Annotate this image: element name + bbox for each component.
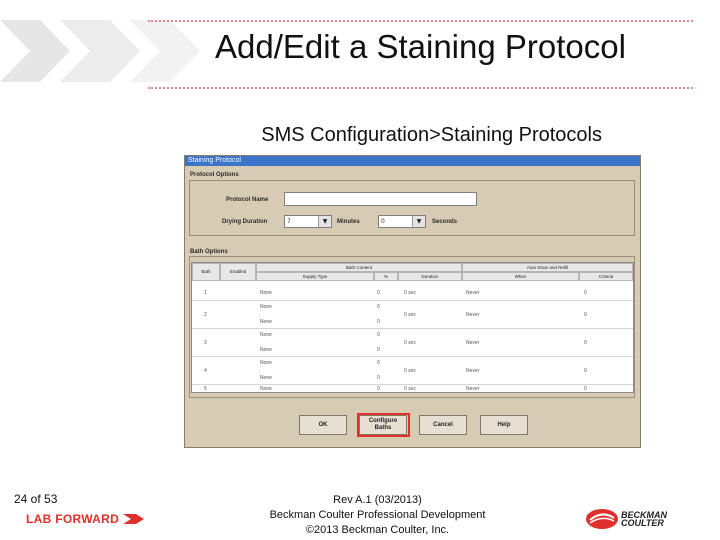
- header-criteria: Criteria: [579, 272, 633, 281]
- bath-number: 3: [204, 340, 207, 346]
- percent-cell[interactable]: 0: [377, 360, 380, 366]
- duration-cell[interactable]: 0 sec: [404, 386, 416, 392]
- ok-button[interactable]: OK: [299, 415, 347, 435]
- bath-number: 1: [204, 290, 207, 296]
- percent-cell[interactable]: 0: [377, 347, 380, 353]
- duration-cell[interactable]: 0 sec: [404, 290, 416, 296]
- header-percent: %: [374, 272, 398, 281]
- percent-cell[interactable]: 0: [377, 304, 380, 310]
- drying-duration-label: Drying Duration: [222, 219, 268, 225]
- percent-cell[interactable]: 0: [377, 290, 380, 296]
- header-when: When: [462, 272, 579, 281]
- seconds-value: 0: [381, 218, 385, 225]
- bath-options-label: Bath Options: [190, 249, 228, 255]
- supply-type-cell[interactable]: None: [260, 347, 272, 353]
- header-bath-content: Bath Content: [256, 263, 462, 272]
- lab-forward-brand: LAB FORWARD: [26, 512, 145, 526]
- criteria-cell[interactable]: 0: [584, 368, 587, 374]
- when-cell[interactable]: Never: [466, 290, 479, 296]
- bath-number: 5: [204, 386, 207, 392]
- slide-subtitle: SMS Configuration>Staining Protocols: [261, 124, 602, 146]
- duration-cell[interactable]: 0 sec: [404, 340, 416, 346]
- duration-cell[interactable]: 0 sec: [404, 312, 416, 318]
- footer-department: Beckman Coulter Professional Development: [269, 509, 486, 521]
- criteria-cell[interactable]: 0: [584, 340, 587, 346]
- window-titlebar: Staining Protocol: [185, 156, 640, 166]
- footer-revision: Rev A.1 (03/2013): [333, 494, 422, 506]
- row-divider: [192, 356, 633, 357]
- header-duration: Duration: [398, 272, 462, 281]
- help-button[interactable]: Help: [480, 415, 528, 435]
- supply-type-cell[interactable]: None: [260, 360, 272, 366]
- title-rule-top: [148, 20, 693, 22]
- when-cell[interactable]: Never: [466, 368, 479, 374]
- logo-wordmark: BECKMAN COULTER: [621, 510, 667, 528]
- seconds-label: Seconds: [432, 219, 458, 225]
- percent-cell[interactable]: 0: [377, 319, 380, 325]
- header-supply-type: Supply Type: [256, 272, 374, 281]
- protocol-name-label: Protocol Name: [226, 197, 269, 203]
- chevron-arrow-icon: [122, 514, 144, 524]
- seconds-dropdown[interactable]: 0 ▼: [378, 215, 426, 228]
- supply-type-cell[interactable]: None: [260, 290, 272, 296]
- configure-baths-highlight: [357, 413, 410, 437]
- title-rule-bottom: [148, 87, 693, 89]
- criteria-cell[interactable]: 0: [584, 312, 587, 318]
- dropdown-arrow-icon[interactable]: ▼: [318, 216, 331, 227]
- protocol-options-label: Protocol Options: [190, 172, 239, 178]
- header-bath: Bath: [192, 263, 220, 281]
- supply-type-cell[interactable]: None: [260, 375, 272, 381]
- when-cell[interactable]: Never: [466, 386, 479, 392]
- cancel-button[interactable]: Cancel: [419, 415, 467, 435]
- beckman-coulter-logo: BECKMAN COULTER: [585, 507, 697, 535]
- minutes-value: 7: [287, 218, 291, 225]
- percent-cell[interactable]: 0: [377, 375, 380, 381]
- bath-number: 2: [204, 312, 207, 318]
- bath-options-table: Bath Enabled Bath Content Auto Drain and…: [191, 262, 634, 393]
- minutes-label: Minutes: [337, 219, 360, 225]
- lab-forward-text: LAB FORWARD: [26, 512, 120, 526]
- duration-cell[interactable]: 0 sec: [404, 368, 416, 374]
- criteria-cell[interactable]: 0: [584, 386, 587, 392]
- supply-type-cell[interactable]: None: [260, 386, 272, 392]
- supply-type-cell[interactable]: None: [260, 304, 272, 310]
- supply-type-cell[interactable]: None: [260, 332, 272, 338]
- when-cell[interactable]: Never: [466, 312, 479, 318]
- bath-number: 4: [204, 368, 207, 374]
- supply-type-cell[interactable]: None: [260, 319, 272, 325]
- dropdown-arrow-icon[interactable]: ▼: [412, 216, 425, 227]
- slide-title: Add/Edit a Staining Protocol: [215, 28, 626, 65]
- header-enabled: Enabled: [220, 263, 256, 281]
- minutes-dropdown[interactable]: 7 ▼: [284, 215, 332, 228]
- percent-cell[interactable]: 0: [377, 386, 380, 392]
- header-auto-drain: Auto Drain and Refill: [462, 263, 633, 272]
- page-number: 24 of 53: [14, 492, 58, 506]
- percent-cell[interactable]: 0: [377, 332, 380, 338]
- row-divider: [192, 328, 633, 329]
- row-divider: [192, 300, 633, 301]
- footer-copyright: ©2013 Beckman Coulter, Inc.: [305, 524, 450, 536]
- row-divider: [192, 384, 633, 385]
- protocol-name-input[interactable]: [284, 192, 477, 206]
- when-cell[interactable]: Never: [466, 340, 479, 346]
- criteria-cell[interactable]: 0: [584, 290, 587, 296]
